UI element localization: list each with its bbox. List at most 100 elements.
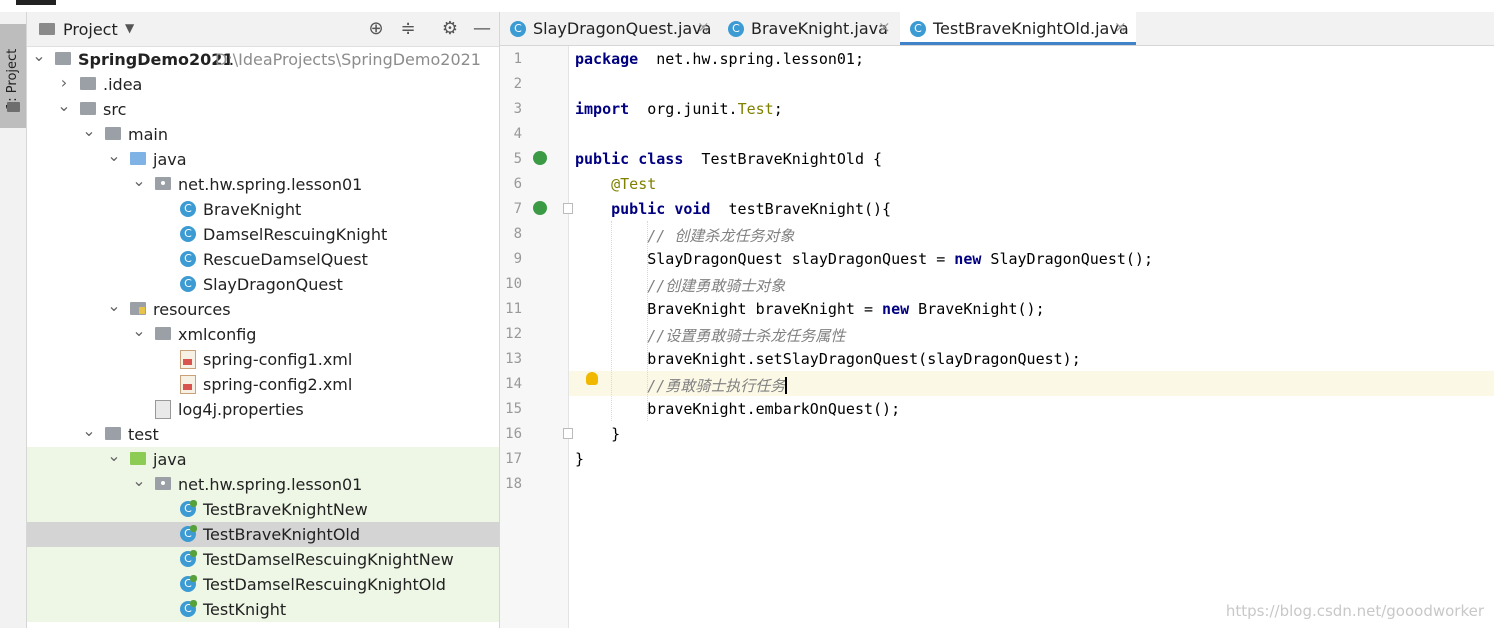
tree-node-label: spring-config2.xml (203, 375, 353, 394)
tree-node[interactable]: C DamselRescuingKnight (27, 222, 499, 247)
code-token: BraveKnight braveKnight = (575, 300, 883, 318)
tree-node-label: net.hw.spring.lesson01 (178, 475, 363, 494)
chevron-down-icon[interactable]: ⌄ (82, 121, 96, 140)
code-token: } (575, 450, 585, 468)
chevron-down-icon[interactable]: ⌄ (82, 421, 96, 440)
code-line[interactable]: // 创建杀龙任务对象 (575, 225, 794, 246)
chevron-down-icon[interactable]: ⌄ (107, 446, 121, 465)
code-token: } (575, 425, 621, 443)
project-tool-tab[interactable]: 1: Project (0, 24, 26, 128)
run-test-icon[interactable] (533, 201, 547, 215)
code-line[interactable]: //设置勇敢骑士杀龙任务属性 (575, 325, 845, 346)
code-line[interactable]: BraveKnight braveKnight = new BraveKnigh… (575, 300, 1044, 318)
tree-node[interactable]: log4j.properties (27, 397, 499, 422)
code-token: braveKnight.setSlayDragonQuest(slayDrago… (575, 350, 1081, 368)
code-line[interactable]: import org.junit.Test; (575, 100, 783, 118)
tree-node[interactable]: ⌄ resources (27, 296, 499, 322)
tree-node-label: net.hw.spring.lesson01 (178, 175, 363, 194)
line-number: 3 (513, 101, 522, 117)
chevron-down-icon[interactable]: ▼ (125, 21, 134, 35)
project-path: D:\IdeaProjects\SpringDemo2021 (215, 50, 481, 69)
collapse-all-icon[interactable]: ≑ (397, 18, 419, 40)
tab-testbraveknightold[interactable]: C TestBraveKnightOld.java × (900, 12, 1136, 45)
tree-node[interactable]: › .idea (27, 72, 499, 97)
chevron-down-icon[interactable]: ⌄ (132, 471, 146, 490)
tree-node[interactable]: ⌄ java (27, 446, 499, 472)
code-line[interactable]: //勇敢骑士执行任务 (575, 375, 788, 396)
comment-token: // 创建杀龙任务对象 (647, 227, 795, 245)
chevron-down-icon[interactable]: ⌄ (32, 46, 46, 65)
project-panel-header: Project ▼ ⊕ ≑ ⚙ — (27, 12, 499, 47)
tree-node[interactable]: C TestDamselRescuingKnightNew (27, 547, 499, 572)
editor-tabs-bar: C SlayDragonQuest.java × C BraveKnight.j… (500, 12, 1494, 46)
tree-node[interactable]: ⌄ src (27, 96, 499, 122)
xml-file-icon (180, 375, 196, 394)
code-line[interactable]: SlayDragonQuest slayDragonQuest = new Sl… (575, 250, 1153, 268)
project-view-selector[interactable]: Project (63, 20, 118, 39)
chevron-right-icon[interactable]: › (57, 73, 71, 92)
tree-node-label: SpringDemo2021 (78, 50, 234, 69)
code-line[interactable]: //创建勇敢骑士对象 (575, 275, 785, 296)
code-line[interactable]: braveKnight.setSlayDragonQuest(slayDrago… (575, 350, 1081, 368)
chevron-down-icon[interactable]: ⌄ (57, 96, 71, 115)
chevron-down-icon[interactable]: ⌄ (132, 321, 146, 340)
line-number: 12 (505, 326, 522, 342)
code-line[interactable]: @Test (575, 175, 656, 193)
code-line[interactable]: package net.hw.spring.lesson01; (575, 50, 864, 68)
hide-panel-icon[interactable]: — (471, 18, 493, 40)
fold-icon[interactable] (563, 203, 573, 214)
code-line[interactable]: public class TestBraveKnightOld { (575, 150, 882, 168)
tree-node[interactable]: ⌄ test (27, 421, 499, 447)
test-class-icon: C (180, 550, 197, 567)
chevron-down-icon[interactable]: ⌄ (107, 146, 121, 165)
tree-node[interactable]: ⌄ java (27, 146, 499, 172)
line-number: 15 (505, 401, 522, 417)
close-icon[interactable]: × (697, 18, 710, 36)
tree-node-label: TestBraveKnightOld (203, 525, 361, 544)
close-icon[interactable]: × (878, 18, 891, 36)
tree-node[interactable]: ⌄ xmlconfig (27, 321, 499, 347)
code-line[interactable]: public void testBraveKnight(){ (575, 200, 891, 218)
gear-icon[interactable]: ⚙ (439, 18, 461, 40)
code-line[interactable]: } (575, 425, 620, 443)
tree-node-label: RescueDamselQuest (203, 250, 368, 269)
locate-icon[interactable]: ⊕ (365, 18, 387, 40)
tree-node[interactable]: ⌄ net.hw.spring.lesson01 (27, 171, 499, 197)
tree-node[interactable]: C RescueDamselQuest (27, 247, 499, 272)
tree-node[interactable]: spring-config1.xml (27, 347, 499, 372)
code-token: org.junit. (629, 100, 738, 118)
folder-icon (105, 127, 121, 140)
line-number: 6 (513, 176, 522, 192)
tree-node[interactable]: C TestDamselRescuingKnightOld (27, 572, 499, 597)
tab-braveknight[interactable]: C BraveKnight.java × (718, 12, 898, 45)
xml-file-icon (180, 350, 196, 369)
tree-node[interactable]: ⌄ net.hw.spring.lesson01 (27, 471, 499, 497)
tree-node[interactable]: ⌄ SpringDemo2021 D:\IdeaProjects\SpringDem… (27, 46, 499, 72)
code-editor[interactable]: 1 package net.hw.spring.lesson01; 2 3 import… (500, 46, 1494, 628)
tree-node-label: spring-config1.xml (203, 350, 353, 369)
comment-token: //设置勇敢骑士杀龙任务属性 (647, 327, 846, 345)
run-test-icon[interactable] (533, 151, 547, 165)
tree-node-label: TestDamselRescuingKnightOld (203, 575, 446, 594)
code-line[interactable]: } (575, 450, 584, 468)
chevron-down-icon[interactable]: ⌄ (132, 171, 146, 190)
source-folder-icon (130, 152, 146, 165)
line-number: 18 (505, 476, 522, 492)
tab-slaydragonquest[interactable]: C SlayDragonQuest.java × (500, 12, 716, 45)
watermark: https://blog.csdn.net/gooodworker (1225, 602, 1484, 620)
tree-node[interactable]: C SlayDragonQuest (27, 272, 499, 297)
tree-node[interactable]: C TestBraveKnightNew (27, 497, 499, 522)
tree-node[interactable]: ⌄ main (27, 121, 499, 147)
code-token: braveKnight.embarkOnQuest(); (575, 400, 901, 418)
chevron-down-icon[interactable]: ⌄ (107, 296, 121, 315)
tree-node[interactable]: C TestKnight (27, 597, 499, 622)
test-class-icon: C (910, 21, 926, 37)
code-line[interactable]: braveKnight.embarkOnQuest(); (575, 400, 900, 418)
tree-node[interactable]: spring-config2.xml (27, 372, 499, 397)
close-icon[interactable]: × (1114, 18, 1127, 36)
tree-node[interactable]: C BraveKnight (27, 197, 499, 222)
fold-icon[interactable] (563, 428, 573, 439)
tree-node[interactable]: C TestBraveKnightOld (27, 522, 499, 547)
